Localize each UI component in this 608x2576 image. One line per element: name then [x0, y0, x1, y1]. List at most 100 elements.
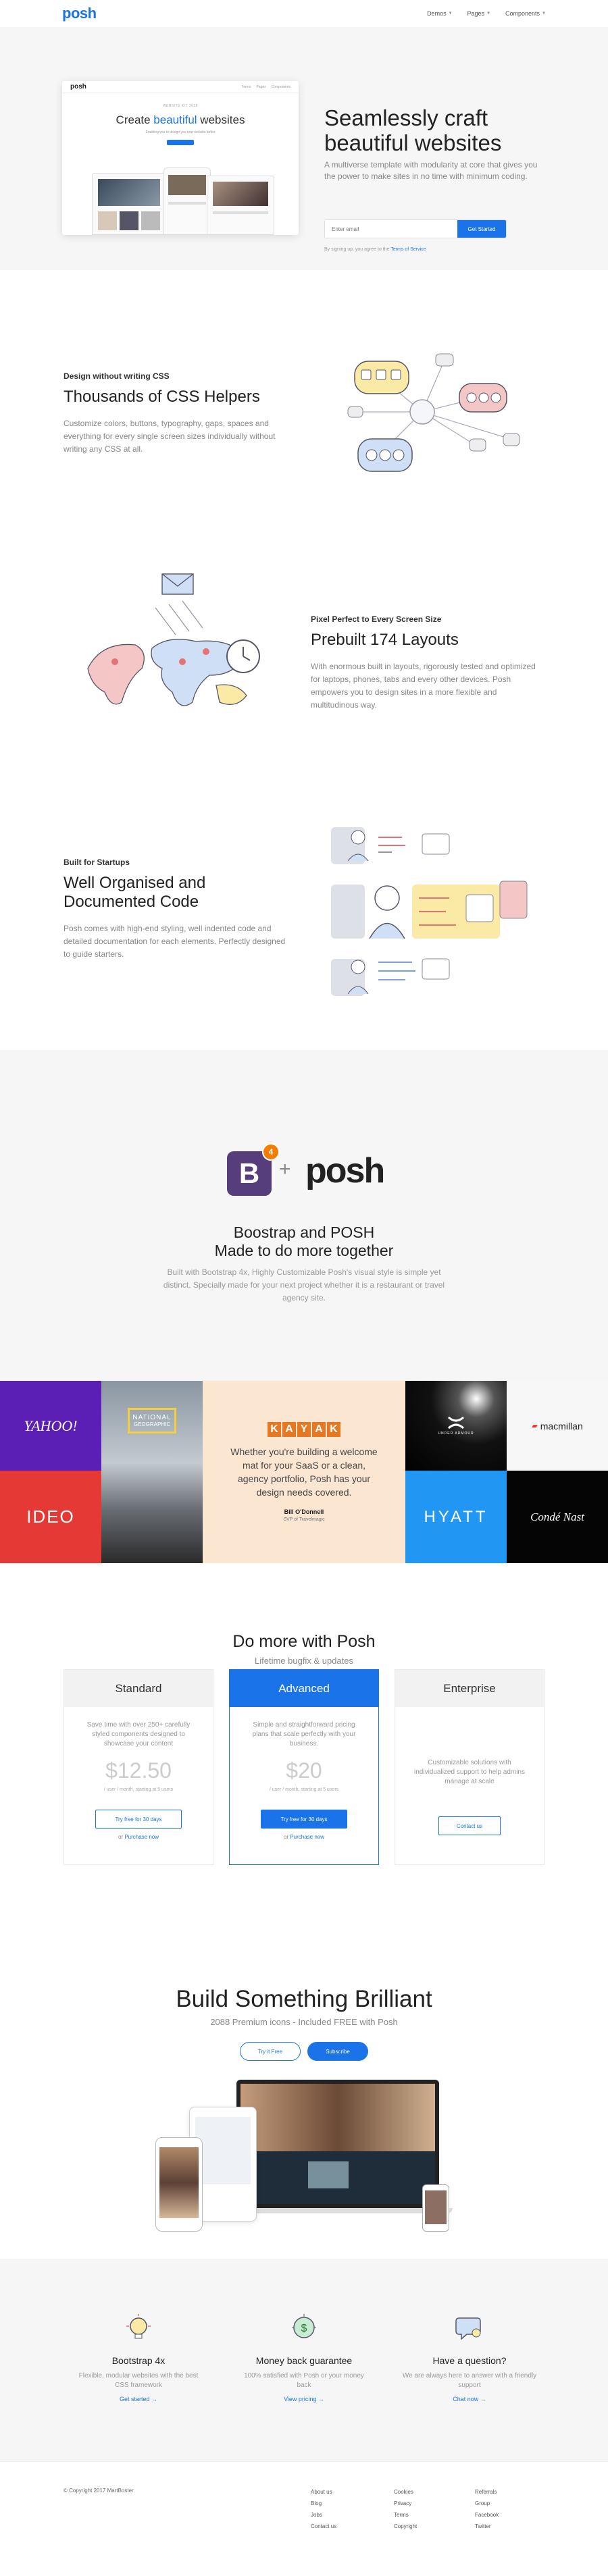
footer-link[interactable]: Jobs	[311, 2509, 336, 2521]
hero-screenshot: posh Terms Pages Components WEBSITE KIT …	[62, 81, 299, 235]
mock-link: Components	[271, 84, 290, 89]
nav-item-demos[interactable]: Demos ▼	[427, 10, 452, 17]
chat-bubble-icon	[455, 2317, 481, 2340]
kayak-logo: K A Y A K	[268, 1422, 340, 1437]
plan-note: / user / month, starting at 5 users	[269, 1787, 339, 1792]
footer-link[interactable]: Twitter	[475, 2521, 499, 2532]
pricing-section: Do more with Posh Lifetime bugfix & upda…	[0, 1563, 608, 1941]
bootstrap-section: B 4 + posh Boostrap and POSH Made to do …	[0, 1050, 608, 1381]
testimonial-card: K A Y A K Whether you're building a welc…	[203, 1381, 405, 1563]
testimonial-quote: Whether you're building a welcome mat fo…	[230, 1446, 378, 1498]
plan-desc: Save time with over 250+ carefully style…	[86, 1721, 191, 1747]
top-navbar: posh Demos ▼ Pages ▼ Components ▼	[0, 0, 608, 27]
footer-link[interactable]: Referrals	[475, 2486, 499, 2498]
benefit-title: Have a question?	[432, 2355, 507, 2366]
ua-icon	[447, 1416, 465, 1429]
ideo-logo: IDEO	[0, 1471, 101, 1563]
hero-section: posh Terms Pages Components WEBSITE KIT …	[0, 27, 608, 270]
terms-note: By signing up, you agree to the Terms of…	[324, 247, 426, 252]
purchase-link[interactable]: Purchase now	[290, 1834, 324, 1840]
feature-text: With enormous built in layouts, rigorous…	[311, 662, 536, 710]
natgeo-logo: NATIONAL GEOGRAPHIC	[128, 1408, 176, 1434]
pricing-subtitle: Lifetime bugfix & updates	[255, 1656, 353, 1666]
contact-us-button[interactable]: Contact us	[438, 1816, 501, 1835]
feature-code: Built for Startups Well Organised and Do…	[0, 824, 608, 1050]
get-started-button[interactable]: Get Started	[457, 220, 506, 238]
video-call-illustration	[155, 2080, 453, 2235]
nav-links: Demos ▼ Pages ▼ Components ▼	[427, 10, 546, 17]
benefit-link[interactable]: View pricing →	[236, 2396, 372, 2402]
chevron-down-icon: ▼	[448, 11, 453, 16]
hero-title: Seamlessly craft beautiful websites	[324, 105, 502, 155]
yahoo-logo: YAHOO!	[0, 1381, 101, 1471]
benefit-title: Bootstrap 4x	[111, 2355, 166, 2366]
benefit-bootstrap: Bootstrap 4x Flexible, modular websites …	[71, 2313, 206, 2402]
footer-col-2: Cookies Privacy Terms Copyright	[394, 2486, 417, 2532]
bootstrap-title-1: Boostrap and POSH	[233, 1224, 375, 1241]
benefit-text: Flexible, modular websites with the best…	[78, 2372, 199, 2389]
testimonial-author: Bill O'Donnell	[284, 1508, 324, 1515]
footer-link[interactable]: Privacy	[394, 2498, 417, 2509]
feature-title: Well Organised and Documented Code	[64, 874, 206, 911]
pricing-title: Do more with Posh	[232, 1632, 376, 1651]
signup-form: Get Started	[324, 219, 507, 238]
benefit-text: We are always here to answer with a frie…	[402, 2372, 537, 2389]
plan-price: $20	[286, 1758, 322, 1783]
footer-link[interactable]: Terms	[394, 2509, 417, 2521]
purchase-link[interactable]: Purchase now	[124, 1834, 159, 1840]
plan-name: Advanced	[230, 1670, 378, 1707]
subscribe-button[interactable]: Subscribe	[307, 2042, 368, 2061]
email-input[interactable]	[325, 220, 457, 238]
terms-link[interactable]: Terms of Service	[390, 247, 426, 252]
try-free-button[interactable]: Try free for 30 days	[95, 1810, 182, 1829]
benefit-link[interactable]: Chat now →	[402, 2396, 537, 2402]
footer-link[interactable]: Group	[475, 2498, 499, 2509]
footer-link[interactable]: Contact us	[311, 2521, 336, 2532]
feature-kicker: Design without writing CSS	[64, 371, 170, 381]
natgeo-photo: NATIONAL GEOGRAPHIC	[101, 1381, 203, 1563]
mock-title: Create beautiful websites	[116, 113, 245, 126]
brilliant-section: Build Something Brilliant 2088 Premium i…	[0, 1941, 608, 2259]
under-armour-logo: UNDER ARMOUR	[405, 1381, 507, 1471]
benefit-title: Money back guarantee	[255, 2355, 353, 2366]
footer-link[interactable]: Blog	[311, 2498, 336, 2509]
brilliant-subtitle: 2088 Premium icons - Included FREE with …	[210, 2017, 398, 2027]
phone-device	[155, 2137, 203, 2232]
footer-link[interactable]: Facebook	[475, 2509, 499, 2521]
mock-link: Terms	[241, 84, 251, 89]
feature-css-helpers: Design without writing CSS Thousands of …	[0, 270, 608, 554]
plan-standard: Standard Save time with over 250+ carefu…	[64, 1669, 213, 1865]
benefit-link[interactable]: Get started →	[71, 2396, 206, 2402]
testimonial-role: SVP of Travelmagic	[283, 1517, 325, 1522]
feature-kicker: Pixel Perfect to Every Screen Size	[311, 614, 442, 624]
nav-item-components[interactable]: Components ▼	[505, 10, 546, 17]
footer-link[interactable]: Cookies	[394, 2486, 417, 2498]
money-icon: $	[292, 2314, 316, 2338]
footer-col-3: Referrals Group Facebook Twitter	[475, 2486, 499, 2532]
bootstrap-title-2: Made to do more together	[214, 1242, 394, 1259]
brand-logo[interactable]: posh	[62, 5, 97, 22]
plan-price: $12.50	[105, 1758, 172, 1783]
benefit-money-back: $ Money back guarantee 100% satisfied wi…	[236, 2313, 372, 2402]
mock-button	[167, 140, 194, 145]
conde-nast-logo: Condé Nast	[507, 1471, 608, 1563]
footer-link[interactable]: Copyright	[394, 2521, 417, 2532]
try-free-button[interactable]: Try it Free	[240, 2042, 301, 2061]
macmillan-icon: ▰	[532, 1422, 538, 1430]
footer: © Copyright 2017 MartBoster About us Blo…	[0, 2461, 608, 2552]
small-phone	[422, 2184, 449, 2232]
mock-kicker: WEBSITE KIT 2018	[162, 104, 199, 108]
benefit-question: Have a question? We are always here to a…	[402, 2313, 537, 2402]
mock-link: Pages	[256, 84, 266, 89]
footer-link[interactable]: About us	[311, 2486, 336, 2498]
try-free-button[interactable]: Try free for 30 days	[261, 1810, 347, 1829]
mock-tablet	[163, 167, 211, 235]
copyright: © Copyright 2017 MartBoster	[64, 2488, 134, 2494]
plan-desc: Simple and straightforward pricing plans…	[252, 1721, 356, 1747]
nav-item-pages[interactable]: Pages ▼	[467, 10, 490, 17]
mock-desktop	[207, 176, 274, 235]
feature-kicker: Built for Startups	[64, 858, 130, 867]
plan-name: Standard	[64, 1670, 213, 1707]
plus-sign: +	[279, 1158, 291, 1180]
feature-text: Customize colors, buttons, typography, g…	[64, 419, 276, 454]
